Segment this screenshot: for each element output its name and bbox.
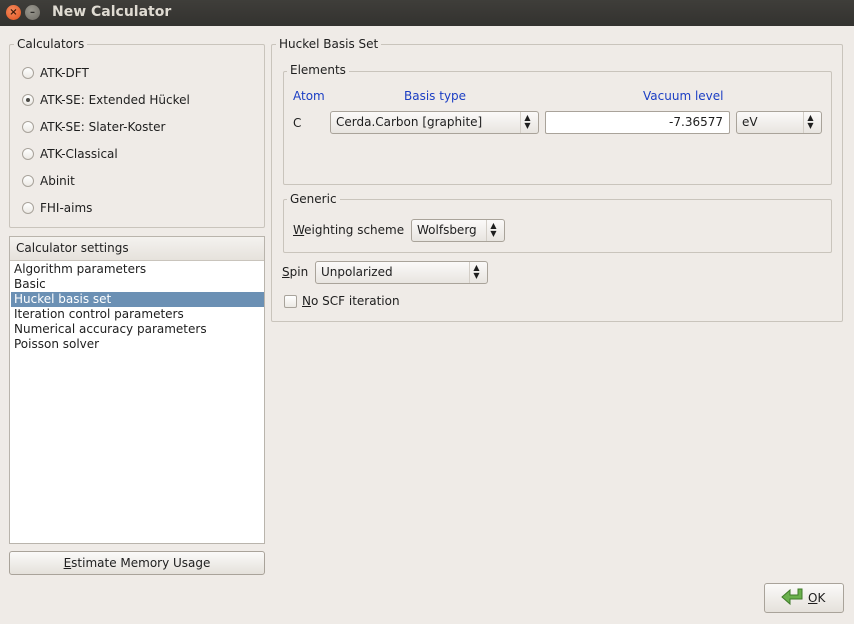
updown-arrows-icon: ▲ ▼ [803,112,817,133]
vacuum-unit-value: eV [742,115,758,129]
basis-type-value: Cerda.Carbon [graphite] [336,115,483,129]
title-bar: × – New Calculator [0,0,854,26]
radio-button[interactable] [22,121,34,133]
radio-label: FHI-aims [40,201,93,215]
spin-mnemonic: S [282,265,290,279]
radio-button[interactable] [22,148,34,160]
basis-type-select[interactable]: Cerda.Carbon [graphite] ▲ ▼ [330,111,539,134]
no-scf-iteration-checkbox[interactable] [284,295,297,308]
calculator-settings-header: Calculator settings [10,237,264,261]
radio-atk-dft[interactable]: ATK-DFT [22,64,89,82]
radio-label: ATK-SE: Slater-Koster [40,120,166,134]
column-header-basis-type: Basis type [404,89,467,103]
radio-atk-se-slater-koster[interactable]: ATK-SE: Slater-Koster [22,118,165,136]
no-scf-iteration-label: No SCF iteration [302,294,400,308]
radio-fhi-aims[interactable]: FHI-aims [22,199,92,217]
vacuum-unit-select[interactable]: eV ▲ ▼ [736,111,822,134]
weighting-mnemonic: W [293,223,305,237]
window-title: New Calculator [52,4,172,20]
huckel-basis-set-title: Huckel Basis Set [276,37,382,51]
spin-value: Unpolarized [321,265,393,279]
weighting-scheme-label: Weighting scheme [293,223,404,237]
calculator-settings-list: Calculator settings Algorithm parameters… [9,236,265,544]
list-item-iteration-control-parameters[interactable]: Iteration control parameters [11,307,264,322]
radio-label: ATK-Classical [40,147,118,161]
weighting-scheme-select[interactable]: Wolfsberg ▲ ▼ [411,219,505,242]
radio-label: ATK-DFT [40,66,89,80]
estimate-memory-usage-button[interactable]: Estimate Memory Usage [9,551,265,575]
updown-arrows-icon: ▲ ▼ [520,112,534,133]
column-header-vacuum-level: Vacuum level [643,89,724,103]
list-item-basic[interactable]: Basic [11,277,264,292]
atom-symbol: C [293,116,302,130]
radio-label: Abinit [40,174,75,188]
weighting-label-rest: eighting scheme [304,223,405,237]
ok-button[interactable]: OK [764,583,844,613]
radio-atk-se-extended-huckel[interactable]: ATK-SE: Extended Hückel [22,91,190,109]
radio-button[interactable] [22,202,34,214]
estimate-label: stimate Memory Usage [71,556,211,570]
radio-abinit[interactable]: Abinit [22,172,75,190]
no-scf-mnemonic: N [302,294,311,308]
spin-label-rest: pin [289,265,309,279]
radio-atk-classical[interactable]: ATK-Classical [22,145,118,163]
radio-button[interactable] [22,67,34,79]
column-header-atom: Atom [293,89,325,103]
radio-label: ATK-SE: Extended Hückel [40,93,190,107]
updown-arrows-icon: ▲ ▼ [486,220,500,241]
list-item-poisson-solver[interactable]: Poisson solver [11,337,264,352]
weighting-scheme-value: Wolfsberg [417,223,477,237]
spin-label: Spin [282,265,308,279]
green-arrow-icon [781,588,803,606]
radio-button[interactable] [22,94,34,106]
updown-arrows-icon: ▲ ▼ [469,262,483,283]
generic-group-title: Generic [287,192,340,206]
list-item-numerical-accuracy-parameters[interactable]: Numerical accuracy parameters [11,322,264,337]
vacuum-level-input[interactable]: -7.36577 [545,111,730,134]
list-item-huckel-basis-set[interactable]: Huckel basis set [11,292,264,307]
ok-label-rest: K [817,591,826,605]
spin-select[interactable]: Unpolarized ▲ ▼ [315,261,488,284]
elements-group-title: Elements [287,63,349,77]
radio-button[interactable] [22,175,34,187]
calculators-group-title: Calculators [14,37,88,51]
minimize-window-icon[interactable]: – [25,5,40,20]
no-scf-label-rest: o SCF iteration [310,294,400,308]
list-item-algorithm-parameters[interactable]: Algorithm parameters [11,262,264,277]
close-window-icon[interactable]: × [6,5,21,20]
